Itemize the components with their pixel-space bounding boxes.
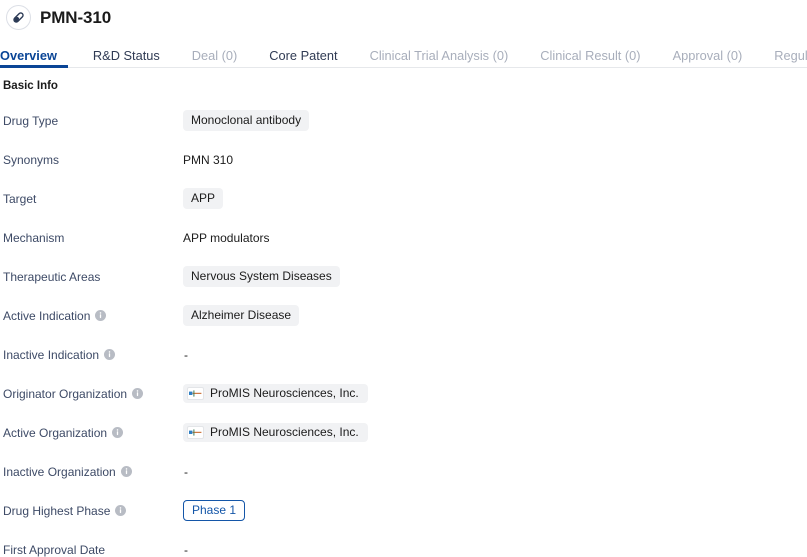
phase-badge[interactable]: Phase 1 <box>183 499 246 522</box>
field-label-container: Active Organization <box>0 426 183 440</box>
field-value-container: - <box>183 543 807 557</box>
tab-core-patent[interactable]: Core Patent <box>269 49 351 63</box>
field-label-container: First Approval Date <box>0 543 183 557</box>
info-icon[interactable] <box>112 427 124 438</box>
organization-tag[interactable]: ProMIS Neurosciences, Inc. <box>183 383 368 404</box>
field-row-inactive-indication: Inactive Indication - <box>0 335 807 374</box>
value-tag[interactable]: Alzheimer Disease <box>183 304 300 327</box>
field-label: Inactive Indication <box>3 347 100 362</box>
field-label: Drug Highest Phase <box>3 503 111 518</box>
tab-clinical-trial-analysis-0[interactable]: Clinical Trial Analysis (0) <box>370 49 523 63</box>
field-row-synonyms: Synonyms PMN 310 <box>0 140 807 179</box>
field-label-container: Active Indication <box>0 309 183 323</box>
field-row-therapeutic-areas: Therapeutic Areas Nervous System Diseases <box>0 257 807 296</box>
tab-bar-divider <box>0 67 807 68</box>
field-label: Drug Type <box>3 113 59 128</box>
value-tag[interactable]: Monoclonal antibody <box>183 109 310 132</box>
field-row-first-approval-date: First Approval Date - <box>0 530 807 557</box>
empty-value: - <box>184 542 188 557</box>
pill-capsule-icon <box>6 4 31 30</box>
info-icon[interactable] <box>104 349 116 360</box>
info-icon[interactable] <box>132 388 144 399</box>
field-value-container: - <box>183 348 807 362</box>
field-label: First Approval Date <box>3 542 106 557</box>
field-value-container: ProMIS Neurosciences, Inc. <box>183 422 807 443</box>
field-value-container: APP <box>183 187 807 210</box>
empty-value: - <box>184 464 188 479</box>
field-value-container: Nervous System Diseases <box>183 265 807 288</box>
drug-detail-page: PMN-310 Overview R&D Status Deal (0) Core P… <box>0 0 807 557</box>
field-label: Originator Organization <box>3 386 128 401</box>
field-label-container: Drug Type <box>0 114 183 128</box>
field-label: Inactive Organization <box>3 464 116 479</box>
field-label-container: Synonyms <box>0 153 183 167</box>
field-label-container: Originator Organization <box>0 387 183 401</box>
field-row-originator-organization: Originator Organization ProMIS Neuroscien… <box>0 374 807 413</box>
field-label: Synonyms <box>3 152 60 167</box>
tab-deal-0[interactable]: Deal (0) <box>192 49 252 63</box>
section-title-basic-info: Basic Info <box>3 80 58 92</box>
field-row-target: Target APP <box>0 179 807 218</box>
field-value-container: PMN 310 <box>183 153 807 167</box>
tab-r-d-status[interactable]: R&D Status <box>93 49 174 63</box>
organization-name: ProMIS Neurosciences, Inc. <box>210 385 359 400</box>
drug-header: PMN-310 <box>0 0 807 34</box>
field-label: Active Indication <box>3 308 91 323</box>
info-icon[interactable] <box>120 466 132 477</box>
value-text: PMN 310 <box>183 152 234 167</box>
tab-regulation-0[interactable]: Regulation (0) <box>774 49 807 63</box>
field-value-container: APP modulators <box>183 231 807 245</box>
field-label-container: Inactive Organization <box>0 465 183 479</box>
field-row-inactive-organization: Inactive Organization - <box>0 452 807 491</box>
tab-approval-0[interactable]: Approval (0) <box>673 49 757 63</box>
organization-tag[interactable]: ProMIS Neurosciences, Inc. <box>183 422 368 443</box>
field-label-container: Mechanism <box>0 231 183 245</box>
field-row-drug-highest-phase: Drug Highest Phase Phase 1 <box>0 491 807 530</box>
field-label: Active Organization <box>3 425 108 440</box>
active-tab-indicator <box>0 65 68 68</box>
field-label-container: Therapeutic Areas <box>0 270 183 284</box>
field-row-mechanism: Mechanism APP modulators <box>0 218 807 257</box>
info-icon[interactable] <box>95 310 107 321</box>
value-tag[interactable]: APP <box>183 187 224 210</box>
field-label: Mechanism <box>3 230 65 245</box>
field-value-container: Alzheimer Disease <box>183 304 807 327</box>
field-row-active-organization: Active Organization ProMIS Neurosciences,… <box>0 413 807 452</box>
field-label-container: Target <box>0 192 183 206</box>
organization-logo-icon <box>187 387 204 400</box>
field-value-container: Monoclonal antibody <box>183 109 807 132</box>
organization-name: ProMIS Neurosciences, Inc. <box>210 424 359 439</box>
basic-info-field-list: Drug Type Monoclonal antibody Synonyms PMN … <box>0 101 807 557</box>
value-text: APP modulators <box>183 230 270 245</box>
value-tag[interactable]: Nervous System Diseases <box>183 265 340 288</box>
organization-logo-icon <box>187 426 204 439</box>
field-label-container: Drug Highest Phase <box>0 504 183 518</box>
field-label: Target <box>3 191 37 206</box>
field-value-container: - <box>183 465 807 479</box>
page-title: PMN-310 <box>40 7 112 27</box>
empty-value: - <box>184 347 188 362</box>
field-row-drug-type: Drug Type Monoclonal antibody <box>0 101 807 140</box>
tab-clinical-result-0[interactable]: Clinical Result (0) <box>540 49 654 63</box>
field-value-container: ProMIS Neurosciences, Inc. <box>183 383 807 404</box>
field-label: Therapeutic Areas <box>3 269 101 284</box>
tab-overview[interactable]: Overview <box>0 49 71 63</box>
info-icon[interactable] <box>115 505 127 516</box>
field-value-container: Phase 1 <box>183 499 807 522</box>
field-label-container: Inactive Indication <box>0 348 183 362</box>
tab-bar: Overview R&D Status Deal (0) Core Patent Cli… <box>0 38 807 68</box>
field-row-active-indication: Active Indication Alzheimer Disease <box>0 296 807 335</box>
